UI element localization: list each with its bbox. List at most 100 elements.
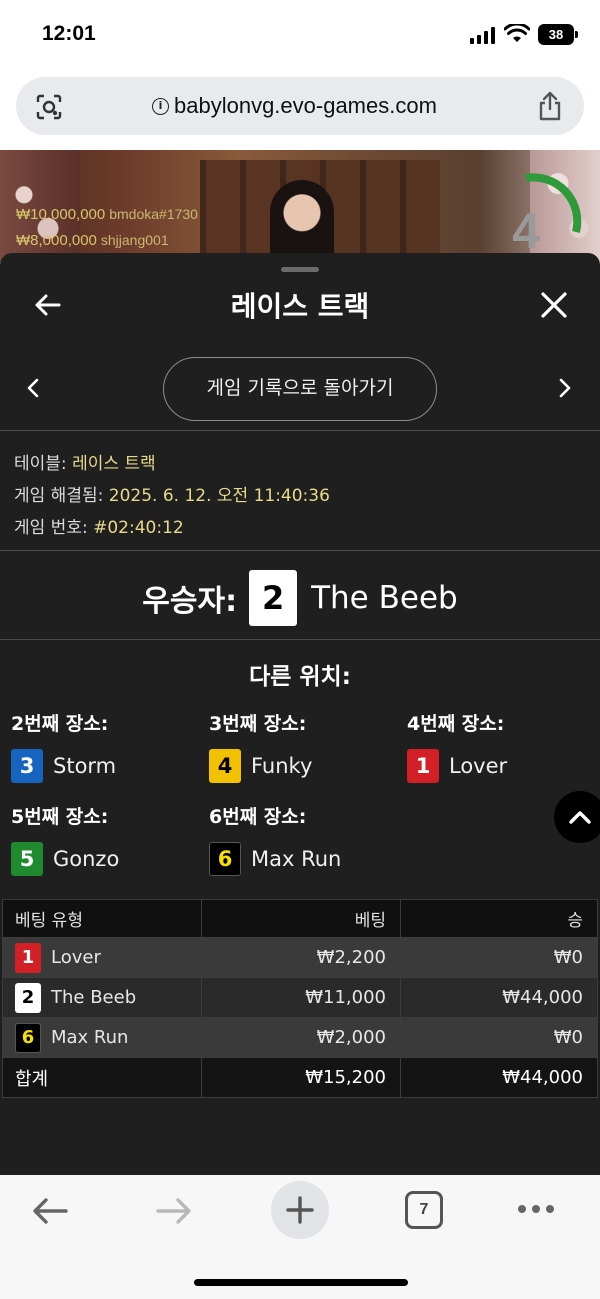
browser-toolbar: 7 xyxy=(0,1175,600,1299)
column-header-win: 승 xyxy=(400,899,598,938)
info-table: 테이블: 레이스 트랙 xyxy=(14,449,156,474)
info-resolved-value: 2025. 6. 12. 오전 11:40:36 xyxy=(108,486,330,506)
share-icon[interactable] xyxy=(536,90,564,122)
browser-back-icon[interactable] xyxy=(30,1195,70,1227)
runner-number-badge: 4 xyxy=(209,749,241,783)
runner-number-badge: 3 xyxy=(11,749,43,783)
status-time: 12:01 xyxy=(42,22,96,45)
table-row: 6 Max Run ₩2,000 ₩0 xyxy=(2,1017,598,1058)
place-label: 6번째 장소: xyxy=(209,806,307,828)
battery-icon: 38 xyxy=(538,24,578,45)
divider xyxy=(0,639,600,640)
win-amount-cell: ₩44,000 xyxy=(400,977,598,1018)
runner-number-badge: 1 xyxy=(15,942,41,973)
other-positions-title: 다른 위치: xyxy=(249,664,351,690)
cellular-signal-icon xyxy=(470,26,495,44)
site-info-icon[interactable]: i xyxy=(152,98,169,115)
runner-name: Max Run xyxy=(251,847,342,871)
panel-title: 레이스 트랙 xyxy=(230,290,370,323)
place-label: 2번째 장소: xyxy=(11,713,109,735)
chevron-right-icon[interactable] xyxy=(558,377,572,399)
place-label: 4번째 장소: xyxy=(407,713,505,735)
total-win-cell: ₩44,000 xyxy=(400,1057,598,1098)
new-tab-button[interactable] xyxy=(271,1181,329,1239)
table-row: 2 The Beeb ₩11,000 ₩44,000 xyxy=(2,977,598,1018)
info-table-label: 테이블: xyxy=(14,454,67,474)
address-bar[interactable]: i babylonvg.evo-games.com xyxy=(16,77,584,135)
browser-forward-icon[interactable] xyxy=(154,1195,194,1227)
win-amount-cell: ₩0 xyxy=(400,937,598,978)
table-total-row: 합계 ₩15,200 ₩44,000 xyxy=(2,1057,598,1098)
info-table-value: 레이스 트랙 xyxy=(72,454,156,474)
divider xyxy=(0,550,600,551)
race-track-history-panel: 레이스 트랙 게임 기록으로 돌아가기 테이블: 레이스 트랙 게임 해결됨: … xyxy=(0,253,600,1175)
dealer-image xyxy=(270,180,334,262)
url-text[interactable]: babylonvg.evo-games.com xyxy=(174,93,437,119)
info-number-value: #02:40:12 xyxy=(93,518,184,538)
runner-name: Lover xyxy=(51,947,101,968)
info-resolved-label: 게임 해결됨: xyxy=(14,486,104,506)
bet-type-cell: 6 Max Run xyxy=(2,1017,202,1058)
place-item: 6 Max Run xyxy=(209,842,341,876)
runner-name: Funky xyxy=(251,754,313,778)
browser-address-area: i babylonvg.evo-games.com xyxy=(0,72,600,150)
home-indicator[interactable] xyxy=(194,1279,408,1286)
bet-history-table: 베팅 유형 베팅 승 1 Lover ₩2,200 ₩0 2 The Beeb … xyxy=(2,899,598,1098)
bet-type-cell: 1 Lover xyxy=(2,937,202,978)
countdown-number: 4 xyxy=(512,203,540,259)
runner-name: Max Run xyxy=(51,1027,129,1048)
plus-icon xyxy=(286,1196,314,1224)
winner-name: The Beeb xyxy=(311,580,458,616)
win-amount-cell: ₩0 xyxy=(400,1017,598,1058)
tab-switcher-button[interactable]: 7 xyxy=(405,1191,443,1229)
place-label: 5번째 장소: xyxy=(11,806,109,828)
runner-number-badge: 1 xyxy=(407,749,439,783)
table-row: 1 Lover ₩2,200 ₩0 xyxy=(2,937,598,978)
bet-amount-cell: ₩11,000 xyxy=(201,977,401,1018)
winner-label: 우승자: xyxy=(142,584,238,619)
bet-amount-cell: ₩2,000 xyxy=(201,1017,401,1058)
runner-name: Lover xyxy=(449,754,508,778)
back-to-game-history-button[interactable]: 게임 기록으로 돌아가기 xyxy=(163,357,437,421)
runner-number-badge: 6 xyxy=(15,1022,41,1053)
info-resolved: 게임 해결됨: 2025. 6. 12. 오전 11:40:36 xyxy=(14,481,330,506)
place-item: 5 Gonzo xyxy=(11,842,119,876)
info-number-label: 게임 번호: xyxy=(14,518,88,538)
total-bet-cell: ₩15,200 xyxy=(201,1057,401,1098)
chevron-left-icon[interactable] xyxy=(26,377,40,399)
winner-row: 우승자: 2 The Beeb xyxy=(0,563,600,633)
place-item: 1 Lover xyxy=(407,749,507,783)
winner-number-badge: 2 xyxy=(249,570,298,626)
bet-amount-cell: ₩2,200 xyxy=(201,937,401,978)
runner-number-badge: 6 xyxy=(209,842,241,876)
column-header-bet-type: 베팅 유형 xyxy=(2,899,202,938)
divider xyxy=(0,430,600,431)
feed-amount: ₩10,000,000 xyxy=(16,206,106,223)
runner-name: The Beeb xyxy=(51,987,137,1008)
feed-amount: ₩8,000,000 xyxy=(16,232,97,249)
runner-number-badge: 5 xyxy=(11,842,43,876)
status-bar: 12:01 38 xyxy=(0,0,600,72)
feed-user: shjjang001 xyxy=(100,232,169,248)
bet-type-cell: 2 The Beeb xyxy=(2,977,202,1018)
place-item: 4 Funky xyxy=(209,749,312,783)
more-options-icon[interactable] xyxy=(518,1205,554,1213)
column-header-bet: 베팅 xyxy=(201,899,401,938)
runner-name: Gonzo xyxy=(53,847,120,871)
drag-handle[interactable] xyxy=(281,267,319,272)
total-label-cell: 합계 xyxy=(2,1057,202,1098)
scroll-to-top-button[interactable] xyxy=(554,791,600,843)
wifi-icon xyxy=(504,24,530,42)
feed-user: bmdoka#1730 xyxy=(109,206,198,222)
place-item: 3 Storm xyxy=(11,749,116,783)
winner-feed-item: ₩10,000,000 bmdoka#1730 xyxy=(16,206,198,223)
chevron-up-icon xyxy=(569,811,591,824)
google-lens-icon[interactable] xyxy=(34,92,64,122)
winner-feed-item: ₩8,000,000 shjjang001 xyxy=(16,232,169,249)
close-icon[interactable] xyxy=(540,291,568,319)
live-video-stream: ₩10,000,000 bmdoka#1730 ₩8,000,000 shjjang… xyxy=(0,150,600,262)
table-header-row: 베팅 유형 베팅 승 xyxy=(2,899,598,938)
runner-number-badge: 2 xyxy=(15,982,41,1013)
place-label: 3번째 장소: xyxy=(209,713,307,735)
runner-name: Storm xyxy=(53,754,117,778)
